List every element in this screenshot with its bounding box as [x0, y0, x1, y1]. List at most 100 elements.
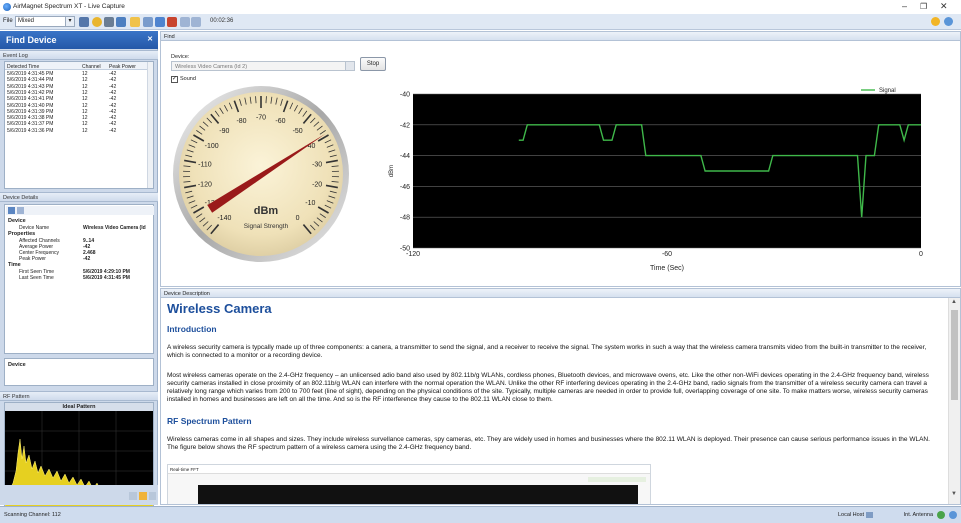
- peak-power-label: Peak Power: [19, 256, 46, 262]
- rf-pattern-header: RF Pattern: [0, 391, 158, 401]
- chevron-down-icon: [345, 62, 354, 70]
- device-select[interactable]: Wireless Video Camera (Id 2): [171, 61, 355, 71]
- stop-button[interactable]: Stop: [360, 57, 386, 71]
- device-details-header: Device Details: [0, 192, 158, 202]
- rf-pattern-title: Ideal Pattern: [5, 403, 153, 411]
- cell-channel: 12: [82, 127, 88, 134]
- pattern-icon[interactable]: [139, 492, 147, 500]
- collapse-icon[interactable]: [149, 492, 156, 500]
- category-time[interactable]: Time: [8, 262, 21, 268]
- elapsed-time: 00:02:36: [210, 18, 234, 24]
- capture-icon[interactable]: [104, 17, 114, 27]
- y-tick-label: -44: [400, 153, 410, 160]
- rf-paragraph: Wireless cameras come in all shapes and …: [167, 436, 930, 451]
- col-detected-time[interactable]: Detected Time: [7, 64, 39, 70]
- close-icon[interactable]: ✕: [940, 1, 948, 12]
- col-peak-power[interactable]: Peak Power: [109, 64, 136, 70]
- device-name-value: Wireless Video Camera (Id: [83, 225, 146, 231]
- device-details-grid: Device Device Name Wireless Video Camera …: [4, 204, 154, 354]
- cell-detected-time: 5/6/2019 4:31:36 PM: [7, 127, 54, 134]
- event-log-table-header: Detected Time Channel Peak Power: [5, 62, 153, 70]
- dropdown-arrow-icon[interactable]: [79, 17, 89, 27]
- app-logo-icon: [3, 3, 11, 11]
- computer-icon: [866, 512, 873, 518]
- category-device[interactable]: Device: [8, 218, 26, 224]
- title-bar: AirMagnet Spectrum XT - Live Capture – ❐…: [0, 0, 961, 14]
- description-scrollbar[interactable]: ▲ ▼: [948, 298, 960, 504]
- pin-icon[interactable]: ✕: [147, 35, 153, 43]
- channel-icon[interactable]: [116, 17, 126, 27]
- gauge-label: -120: [198, 181, 212, 188]
- scroll-up-icon[interactable]: ▲: [951, 299, 957, 305]
- signal-gauge: -140-130-120-110-100-90-80-70-60-50-40-3…: [173, 86, 349, 262]
- sound-checkbox[interactable]: ✓: [171, 76, 178, 83]
- gauge-label: 0: [296, 215, 300, 222]
- y-tick-label: -40: [400, 92, 410, 99]
- gauge-label: -80: [236, 118, 246, 125]
- rewind-icon[interactable]: [180, 17, 190, 27]
- find-device-title: Find Device ✕: [0, 31, 158, 49]
- col-channel[interactable]: Channel: [82, 64, 101, 70]
- gauge-label: -90: [219, 128, 229, 135]
- print-icon[interactable]: [155, 17, 165, 27]
- minimize-icon[interactable]: –: [902, 1, 907, 11]
- description-header: Device Description: [161, 289, 960, 298]
- gauge-label: -20: [312, 181, 322, 188]
- find-panel: Find Device: Wireless Video Camera (Id 2…: [160, 31, 961, 287]
- stop-icon[interactable]: [167, 17, 177, 27]
- gauge-label: -10: [305, 200, 315, 207]
- scroll-down-icon[interactable]: ▼: [951, 491, 957, 497]
- find-device-label: Find Device: [6, 35, 57, 45]
- peak-power-value: -42: [83, 256, 91, 262]
- y-tick-label: -48: [400, 215, 410, 222]
- introduction-heading: Introduction: [167, 324, 217, 334]
- device-select-value: Wireless Video Camera (Id 2): [175, 63, 248, 70]
- open-folder-icon[interactable]: [130, 17, 140, 27]
- event-log-header: Event Log: [0, 50, 158, 60]
- chevron-down-icon: ▾: [65, 17, 74, 26]
- figure-plot: [198, 485, 638, 504]
- antenna-icon: [937, 511, 945, 519]
- left-panel: Find Device ✕ Event Log Detected Time Ch…: [0, 31, 158, 514]
- scanning-channel: Scanning Channel: 112: [4, 512, 61, 518]
- mode-value: Mixed: [18, 18, 35, 24]
- figure-title: Real-time FFT: [170, 467, 199, 472]
- figure-header: Real-time FFT: [168, 465, 650, 474]
- mode-dropdown[interactable]: Mixed ▾: [15, 16, 75, 27]
- event-log-scrollbar[interactable]: [147, 62, 153, 188]
- gauge-label: -50: [293, 128, 303, 135]
- gauge-subtitle: Signal Strength: [244, 223, 289, 230]
- sort-az-icon[interactable]: [17, 207, 24, 214]
- description-title: Wireless Camera: [167, 301, 272, 316]
- play-icon[interactable]: [191, 17, 201, 27]
- help-icon[interactable]: [944, 17, 953, 26]
- window-title: AirMagnet Spectrum XT - Live Capture: [13, 3, 125, 10]
- antenna-label: Int. Antenna: [903, 512, 933, 518]
- device-description-panel: Device Description Wireless Camera Intro…: [160, 288, 961, 505]
- device-info-box: Device: [4, 358, 154, 386]
- event-log-table[interactable]: Detected Time Channel Peak Power 5/6/201…: [4, 61, 154, 189]
- expand-icon[interactable]: [129, 492, 137, 500]
- restore-icon[interactable]: ❐: [920, 2, 927, 11]
- x-tick-label: -60: [662, 251, 672, 258]
- scroll-thumb[interactable]: [951, 310, 958, 400]
- gauge-label: -70: [256, 115, 266, 122]
- y-axis-label: dBm: [389, 165, 395, 177]
- legend-label: Signal: [879, 88, 896, 94]
- record-icon[interactable]: [92, 17, 102, 27]
- file-menu[interactable]: File: [3, 18, 13, 24]
- y-tick-label: -46: [400, 184, 410, 191]
- x-tick-label: -120: [406, 251, 420, 258]
- rf-spectrum-figure: Real-time FFT: [167, 464, 651, 504]
- help-icon[interactable]: [949, 511, 957, 519]
- local-host-label: Local Host: [838, 512, 864, 518]
- status-bar: Scanning Channel: 112 Local Host Int. An…: [0, 506, 961, 523]
- table-row[interactable]: 5/6/2019 4:31:36 PM 12 -42: [5, 128, 153, 134]
- category-properties[interactable]: Properties: [8, 231, 35, 237]
- alert-icon[interactable]: [931, 17, 940, 26]
- categorized-icon[interactable]: [8, 207, 15, 214]
- save-icon[interactable]: [143, 17, 153, 27]
- intro-paragraph-2: Most wireless cameras operate on the 2.4…: [167, 372, 929, 403]
- y-tick-label: -42: [400, 122, 410, 129]
- device-label: Device:: [171, 54, 190, 60]
